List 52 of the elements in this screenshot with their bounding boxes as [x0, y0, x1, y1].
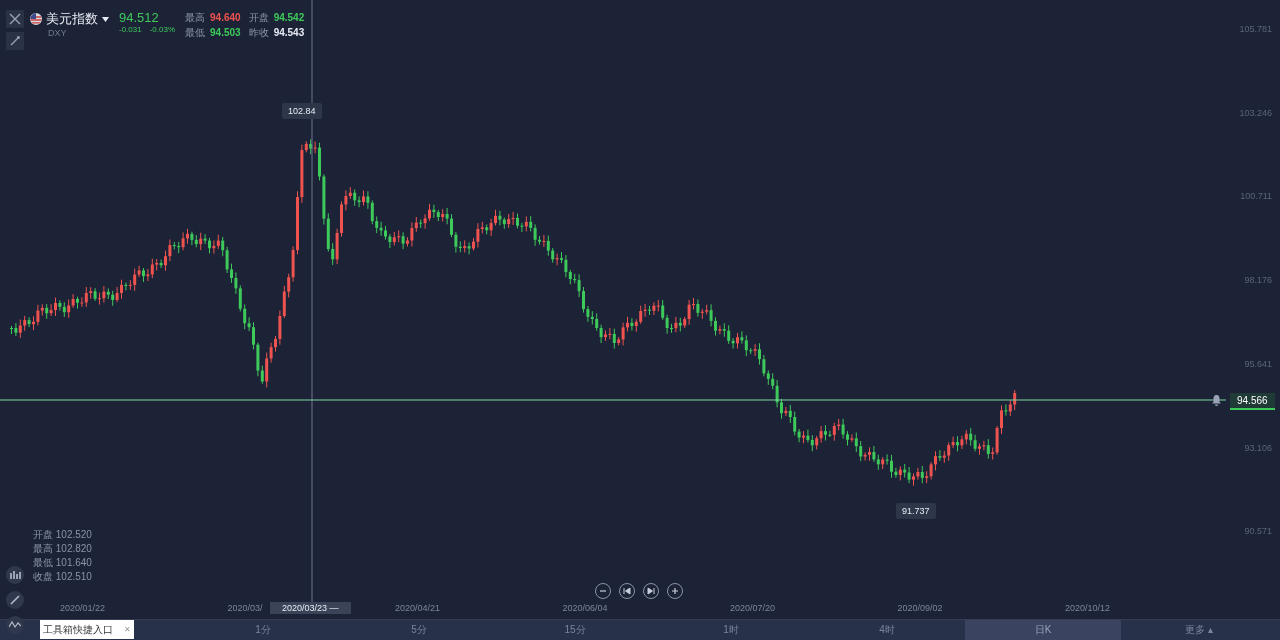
- period-tab[interactable]: 5分: [341, 620, 497, 640]
- period-tab[interactable]: 1时: [653, 620, 809, 640]
- date-axis-label: 2020/01/22: [60, 603, 106, 613]
- period-tab[interactable]: 更多 ▴: [1121, 620, 1277, 640]
- stat-value: 94.503: [210, 27, 241, 38]
- date-axis-label: 2020/09/02: [897, 603, 943, 613]
- period-tab[interactable]: 日K: [965, 620, 1121, 640]
- last-price: 94.512: [119, 10, 160, 25]
- price-axis-label: 95.641: [1244, 358, 1272, 369]
- symbol-label: DXY: [48, 28, 68, 38]
- date-axis-label: 2020/06/04: [562, 603, 608, 613]
- date-axis-label: 2020/07/20: [730, 603, 776, 613]
- wave-icon[interactable]: [6, 616, 24, 634]
- high-marker: 102.84: [282, 103, 322, 119]
- stat-value: 94.542: [273, 12, 305, 23]
- stat-label: 最低: [185, 26, 206, 40]
- indicator-icon[interactable]: [6, 566, 24, 584]
- ohlc-value: 收盘 102.510: [33, 570, 92, 584]
- percent-change: -0.03%: [149, 25, 176, 34]
- ohlc-value: 最低 101.640: [33, 556, 92, 570]
- close-icon[interactable]: [6, 10, 24, 28]
- stat-value: 94.640: [210, 12, 241, 23]
- price-change: -0.031: [119, 25, 142, 34]
- period-tab[interactable]: 15分: [497, 620, 653, 640]
- price-axis-label: 103.246: [1239, 107, 1272, 118]
- pen-icon[interactable]: [6, 32, 24, 50]
- date-axis-label: 2020/04/21: [395, 603, 441, 613]
- stat-label: 昨收: [248, 26, 269, 40]
- caret-icon[interactable]: [102, 16, 109, 22]
- price-axis-label: 98.176: [1244, 275, 1272, 286]
- stat-value: 94.543: [273, 27, 305, 38]
- date-axis-label: 2020/03/: [227, 603, 263, 613]
- price-axis-label: 93.106: [1244, 442, 1272, 453]
- stat-label: 最高: [185, 11, 206, 25]
- date-axis-label: 2020/10/12: [1065, 603, 1111, 613]
- low-marker: 91.737: [896, 503, 936, 519]
- price-axis-label: 100.711: [1240, 191, 1272, 202]
- instrument-name[interactable]: 美元指数: [46, 10, 98, 28]
- ohlc-value: 最高 102.820: [33, 542, 92, 556]
- pencil-icon[interactable]: [6, 591, 24, 609]
- price-axis-label: 90.571: [1244, 526, 1272, 537]
- flag-icon: [30, 13, 42, 25]
- ohlc-value: 开盘 102.520: [33, 528, 92, 542]
- crosshair-date-label: 2020/03/23 —: [270, 602, 351, 614]
- tooltip-text: 工具箱快捷入口: [43, 622, 113, 637]
- stat-label: 开盘: [248, 11, 269, 25]
- price-axis-label: 105.781: [1239, 24, 1272, 34]
- period-tab[interactable]: 4时: [809, 620, 965, 640]
- bell-icon[interactable]: [1211, 394, 1222, 406]
- period-tab[interactable]: 1分: [185, 620, 341, 640]
- tooltip-close-button[interactable]: ✕: [124, 625, 131, 635]
- current-price-tag: 94.566: [1230, 393, 1275, 410]
